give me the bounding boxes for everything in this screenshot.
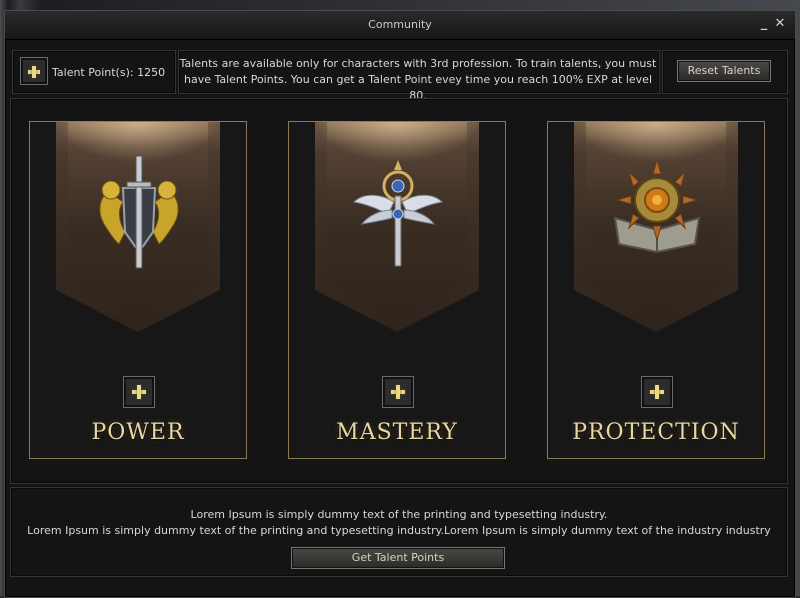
talent-card-power[interactable]: POWER <box>29 121 247 459</box>
add-mastery-button[interactable] <box>382 376 414 408</box>
get-talent-points-button[interactable]: Get Talent Points <box>291 547 505 569</box>
info-text: Talents are available only for character… <box>178 56 658 104</box>
add-power-button[interactable] <box>123 376 155 408</box>
footer-text-line-1: Lorem Ipsum is simply dummy text of the … <box>190 508 608 521</box>
lion-shield-sword-icon <box>99 155 179 269</box>
talent-title-power: POWER <box>91 420 185 445</box>
title-bar[interactable]: Community _ ✕ <box>5 11 795 40</box>
talent-card-mastery[interactable]: MASTERY <box>288 121 506 459</box>
sun-book-icon <box>613 158 701 254</box>
window-title: Community <box>368 18 432 31</box>
talent-points-label: Talent Point(s): 1250 <box>52 66 166 79</box>
talent-card-protection[interactable]: PROTECTION <box>547 121 765 459</box>
add-protection-button[interactable] <box>641 376 673 408</box>
reset-talents-button[interactable]: Reset Talents <box>677 60 771 82</box>
winged-staff-icon <box>352 160 444 267</box>
add-talent-point-button[interactable] <box>20 57 48 85</box>
footer-text-line-2: Lorem Ipsum is simply dummy text of the … <box>27 524 771 537</box>
close-icon[interactable]: ✕ <box>773 16 787 32</box>
minimize-icon[interactable]: _ <box>757 16 771 32</box>
talent-title-mastery: MASTERY <box>336 420 458 445</box>
info-line-1: Talents are available only for character… <box>179 57 657 70</box>
talent-title-protection: PROTECTION <box>572 420 740 445</box>
